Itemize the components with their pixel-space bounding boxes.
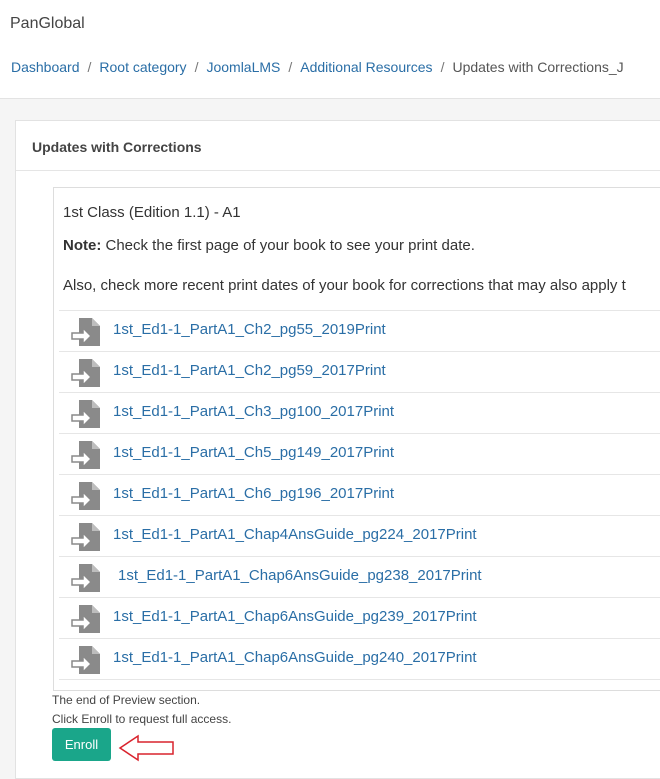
preview-content: 1st Class (Edition 1.1) - A1 Note: Check… <box>53 187 660 691</box>
file-link[interactable]: 1st_Ed1-1_PartA1_Ch2_pg55_2019Print <box>113 321 386 338</box>
file-row: 1st_Ed1-1_PartA1_Ch2_pg59_2017Print <box>59 351 660 393</box>
file-link[interactable]: 1st_Ed1-1_PartA1_Chap4AnsGuide_pg224_201… <box>113 526 477 543</box>
file-row: 1st_Ed1-1_PartA1_Ch2_pg55_2019Print <box>59 310 660 352</box>
file-import-icon <box>71 605 100 633</box>
file-link[interactable]: 1st_Ed1-1_PartA1_Ch3_pg100_2017Print <box>113 403 394 420</box>
breadcrumb-joomlalms[interactable]: JoomlaLMS <box>206 59 280 75</box>
file-import-icon <box>71 646 100 674</box>
breadcrumb-separator: / <box>87 59 92 75</box>
file-import-icon <box>71 482 100 510</box>
file-import-icon <box>71 441 100 469</box>
enroll-button[interactable]: Enroll <box>52 728 111 761</box>
file-row: 1st_Ed1-1_PartA1_Ch6_pg196_2017Print <box>59 474 660 516</box>
content-panel: Updates with Corrections 1st Class (Edit… <box>15 120 660 779</box>
panel-header: Updates with Corrections <box>16 121 660 171</box>
file-row: 1st_Ed1-1_PartA1_Chap6AnsGuide_pg238_201… <box>59 556 660 598</box>
breadcrumb: Dashboard / Root category / JoomlaLMS / Additi… <box>11 59 624 75</box>
top-bar: PanGlobal Dashboard / Root category / Joomla… <box>0 0 660 99</box>
breadcrumb-separator: / <box>288 59 293 75</box>
file-import-icon <box>71 318 100 346</box>
brand-name[interactable]: PanGlobal <box>10 15 85 33</box>
red-arrow-left-icon <box>118 734 174 762</box>
breadcrumb-separator: / <box>194 59 199 75</box>
preview-end-message: The end of Preview section. Click Enroll… <box>52 691 231 729</box>
file-link[interactable]: 1st_Ed1-1_PartA1_Ch6_pg196_2017Print <box>113 485 394 502</box>
also-text: Also, check more recent print dates of y… <box>63 277 626 294</box>
file-list: 1st_Ed1-1_PartA1_Ch2_pg55_2019Print 1st_… <box>59 310 660 680</box>
file-row: 1st_Ed1-1_PartA1_Ch5_pg149_2017Print <box>59 433 660 475</box>
file-link[interactable]: 1st_Ed1-1_PartA1_Ch2_pg59_2017Print <box>113 362 386 379</box>
breadcrumb-root-category[interactable]: Root category <box>99 59 186 75</box>
breadcrumb-current: Updates with Corrections_J <box>452 59 624 75</box>
file-row: 1st_Ed1-1_PartA1_Chap6AnsGuide_pg239_201… <box>59 597 660 639</box>
class-title: 1st Class (Edition 1.1) - A1 <box>63 204 241 221</box>
file-link[interactable]: 1st_Ed1-1_PartA1_Chap6AnsGuide_pg240_201… <box>113 649 477 666</box>
panel-title: Updates with Corrections <box>32 139 202 155</box>
file-link[interactable]: 1st_Ed1-1_PartA1_Chap6AnsGuide_pg238_201… <box>118 567 482 584</box>
note-body: Check the first page of your book to see… <box>101 237 475 254</box>
file-import-icon <box>71 359 100 387</box>
breadcrumb-additional-resources[interactable]: Additional Resources <box>300 59 432 75</box>
breadcrumb-dashboard[interactable]: Dashboard <box>11 59 80 75</box>
file-row: 1st_Ed1-1_PartA1_Chap6AnsGuide_pg240_201… <box>59 638 660 680</box>
file-import-icon <box>71 564 100 592</box>
enroll-hint-line: Click Enroll to request full access. <box>52 712 232 726</box>
file-import-icon <box>71 523 100 551</box>
file-row: 1st_Ed1-1_PartA1_Chap4AnsGuide_pg224_201… <box>59 515 660 557</box>
file-link[interactable]: 1st_Ed1-1_PartA1_Ch5_pg149_2017Print <box>113 444 394 461</box>
breadcrumb-separator: / <box>440 59 445 75</box>
file-link[interactable]: 1st_Ed1-1_PartA1_Chap6AnsGuide_pg239_201… <box>113 608 477 625</box>
note-label: Note: <box>63 237 102 254</box>
file-import-icon <box>71 400 100 428</box>
note-text: Note: Check the first page of your book … <box>63 237 475 254</box>
preview-end-line: The end of Preview section. <box>52 693 201 707</box>
file-row: 1st_Ed1-1_PartA1_Ch3_pg100_2017Print <box>59 392 660 434</box>
